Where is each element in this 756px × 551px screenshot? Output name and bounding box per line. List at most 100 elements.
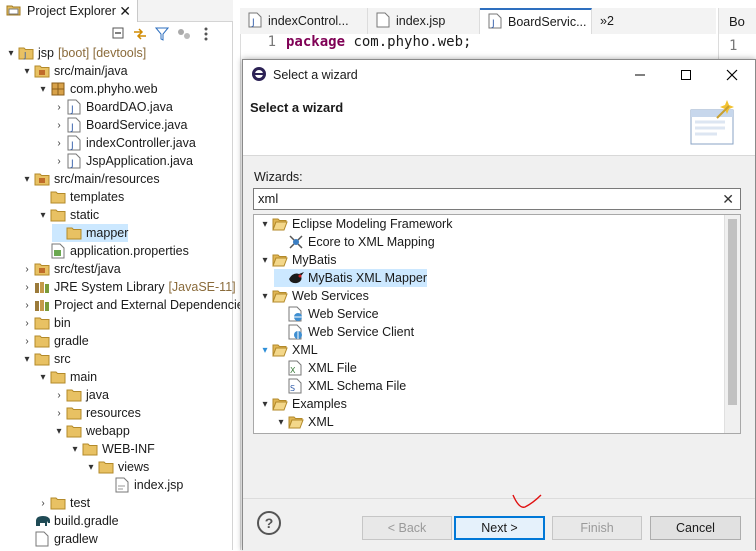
tab-right-editor[interactable]: Bo [719,8,756,34]
tree-item-mapper[interactable]: mapper [52,224,129,242]
close-icon[interactable]: ✕ [119,3,131,20]
link-with-editor-icon[interactable] [132,26,148,42]
focus-icon[interactable] [176,26,192,42]
clear-filter-icon[interactable]: ✕ [722,191,734,208]
tree-item-label: views [118,460,150,474]
tree-item-resources[interactable]: › resources [52,404,141,422]
maximize-button[interactable] [663,60,709,90]
wizard-filter-input[interactable]: xml ✕ [253,188,741,210]
wizard-item-ecore-to-xml-mapping[interactable]: Ecore to XML Mapping [274,233,435,251]
expanded-arrow-icon[interactable]: ▾ [36,372,50,383]
red-scribble-mark [512,494,542,508]
tree-item-java[interactable]: › java [52,386,109,404]
expanded-arrow-icon[interactable]: ▾ [20,174,34,185]
tree-item-application-properties[interactable]: application.properties [36,242,189,260]
cancel-button[interactable]: Cancel [650,516,741,540]
scrollbar-thumb[interactable] [728,219,737,405]
filter-icon[interactable] [154,26,170,42]
help-icon[interactable]: ? [257,511,281,535]
collapsed-arrow-icon[interactable]: › [52,102,66,113]
tree-item-main[interactable]: ▾ main [36,368,97,386]
close-button[interactable] [709,60,755,90]
collapsed-arrow-icon[interactable]: › [52,156,66,167]
tree-item-gradle[interactable]: › gradle [20,332,88,350]
tree-item-test[interactable]: › test [36,494,90,512]
expanded-arrow-icon[interactable]: ▾ [36,210,50,221]
collapsed-arrow-icon[interactable]: › [20,264,34,275]
more-tabs-button[interactable]: »2 [592,8,632,34]
back-button[interactable]: < Back [362,516,452,540]
tab-index-jsp[interactable]: index.jsp [368,8,480,34]
expanded-arrow-icon[interactable]: ▾ [258,291,272,302]
expanded-arrow-icon[interactable]: ▾ [258,399,272,410]
wizard-item-label: MyBatis [292,253,337,267]
next-button[interactable]: Next > [454,516,545,540]
tree-item-bin[interactable]: › bin [20,314,70,332]
wizard-item-xml-file[interactable]: X XML File [274,359,357,377]
tree-item-project-and-external-dependencies[interactable]: › Project and External Dependencies [20,296,250,314]
tab-project-explorer[interactable]: Project Explorer ✕ [0,0,138,22]
expanded-arrow-icon[interactable]: ▾ [258,345,272,356]
tree-item-build-gradle[interactable]: build.gradle [20,512,119,530]
tree-item-jre-system-library[interactable]: › JRE System Library [JavaSE-11] [20,278,236,296]
tree-item-src[interactable]: ▾ src [20,350,70,368]
collapsed-arrow-icon[interactable]: › [52,138,66,149]
tree-item-src-test-java[interactable]: › src/test/java [20,260,120,278]
folder-icon [66,387,82,403]
expanded-arrow-icon[interactable]: ▾ [36,84,50,95]
tree-item-decoration: [JavaSE-11] [168,280,236,294]
tree-item-views[interactable]: ▾ views [84,458,149,476]
dialog-title-bar[interactable]: Select a wizard [243,60,755,90]
collapsed-arrow-icon[interactable]: › [52,408,66,419]
finish-button[interactable]: Finish [552,516,642,540]
collapsed-arrow-icon[interactable]: › [36,498,50,509]
expanded-arrow-icon[interactable]: ▾ [20,354,34,365]
collapsed-arrow-icon[interactable]: › [20,318,34,329]
tree-item-boarddao-java[interactable]: › J BoardDAO.java [52,98,173,116]
wizard-item-eclipse-modeling-framework[interactable]: ▾ Eclipse Modeling Framework [258,215,452,233]
minimize-button[interactable] [617,60,663,90]
expanded-arrow-icon[interactable]: ▾ [68,444,82,455]
expanded-arrow-icon[interactable]: ▾ [20,66,34,77]
tree-item-indexcontroller-java[interactable]: › JindexController.java [52,134,196,152]
wizard-item-web-services[interactable]: ▾ Web Services [258,287,368,305]
wizard-item-xml-schema-file[interactable]: S XML Schema File [274,377,406,395]
tree-item-templates[interactable]: templates [36,188,124,206]
expanded-arrow-icon[interactable]: ▾ [52,426,66,437]
tab-indexcontroller[interactable]: J indexControl... [240,8,368,34]
tree-item-gradlew[interactable]: gradlew [20,530,98,548]
wizard-tree-scrollbar[interactable] [724,215,740,433]
collapsed-arrow-icon[interactable]: › [20,282,34,293]
expanded-arrow-icon[interactable]: ▾ [258,219,272,230]
tree-item-webapp[interactable]: ▾ webapp [52,422,129,440]
folder-open-icon [272,216,288,232]
wizard-item-xml[interactable]: ▾ XML [274,413,333,431]
collapsed-arrow-icon[interactable]: › [20,336,34,347]
collapsed-arrow-icon[interactable]: › [20,300,34,311]
expanded-arrow-icon[interactable]: ▾ [258,255,272,266]
expanded-arrow-icon[interactable]: ▾ [274,417,288,428]
view-menu-icon[interactable] [198,26,214,42]
tree-item-web-inf[interactable]: ▾ WEB-INF [68,440,154,458]
tree-item-jsp[interactable]: ▾ Jjsp [boot] [devtools] [4,44,146,62]
tree-item-src-main-java[interactable]: ▾ src/main/java [20,62,127,80]
wizard-item-web-service-client[interactable]: Web Service Client [274,323,414,341]
wizard-item-xml[interactable]: ▾ XML [258,341,317,359]
collapsed-arrow-icon[interactable]: › [52,390,66,401]
expanded-arrow-icon[interactable]: ▾ [84,462,98,473]
tree-item-static[interactable]: ▾ static [36,206,99,224]
wizard-item-mybatis-xml-mapper[interactable]: MyBatis XML Mapper [274,269,428,287]
wizard-item-web-service[interactable]: Web Service [274,305,379,323]
collapse-all-icon[interactable] [110,26,126,42]
folder-open-icon [272,396,288,412]
tab-boardservice[interactable]: J BoardServic... [480,8,592,34]
wizard-item-mybatis[interactable]: ▾ MyBatis [258,251,336,269]
tree-item-com-phyho-web[interactable]: ▾ com.phyho.web [36,80,157,98]
tree-item-src-main-resources[interactable]: ▾ src/main/resources [20,170,159,188]
tree-item-jspapplication-java[interactable]: › J JspApplication.java [52,152,193,170]
wizard-item-examples[interactable]: ▾ Examples [258,395,346,413]
collapsed-arrow-icon[interactable]: › [52,120,66,131]
expanded-arrow-icon[interactable]: ▾ [4,48,18,59]
tree-item-index-jsp[interactable]: index.jsp [100,476,183,494]
tree-item-boardservice-java[interactable]: › J BoardService.java [52,116,187,134]
